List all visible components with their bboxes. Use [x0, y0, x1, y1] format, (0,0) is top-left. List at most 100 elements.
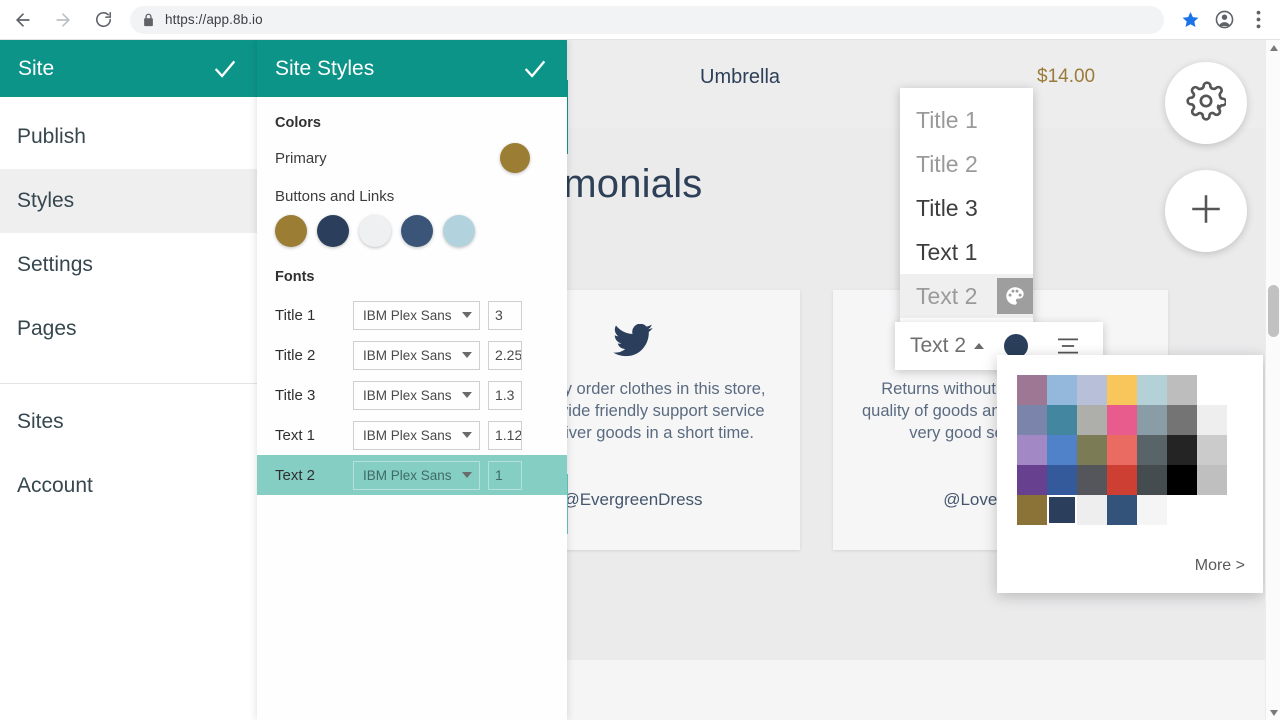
styles-panel-title: Site Styles: [275, 56, 375, 80]
star-icon[interactable]: [1174, 4, 1206, 36]
palette-swatch[interactable]: [1167, 465, 1197, 495]
style-option-title-3[interactable]: Title 3: [900, 186, 1033, 230]
palette-swatch[interactable]: [1107, 375, 1137, 405]
reload-icon[interactable]: [86, 3, 120, 37]
font-size-input[interactable]: 1: [488, 460, 522, 490]
sidebar-item-account[interactable]: Account: [0, 454, 257, 518]
palette-swatch[interactable]: [1167, 435, 1197, 465]
palette-swatch[interactable]: [1107, 405, 1137, 435]
palette-swatch[interactable]: [1197, 465, 1227, 495]
site-sidebar: Site Publish Styles Settings Pages Sites: [0, 40, 257, 720]
sidebar-item-sites[interactable]: Sites: [0, 390, 257, 454]
palette-swatch[interactable]: [1167, 375, 1197, 405]
palette-swatch[interactable]: [1047, 465, 1077, 495]
font-family-select[interactable]: IBM Plex Sans: [353, 420, 480, 450]
palette-swatch[interactable]: [1077, 495, 1107, 525]
palette-swatch[interactable]: [1017, 435, 1047, 465]
font-size-input[interactable]: 1.3: [488, 380, 522, 410]
product-name: Umbrella: [700, 66, 781, 88]
style-option-title-1[interactable]: Title 1: [900, 98, 1033, 142]
font-family-select[interactable]: IBM Plex Sans: [353, 300, 480, 330]
style-option-label: Title 2: [916, 150, 978, 177]
sidebar-item-settings[interactable]: Settings: [0, 233, 257, 297]
palette-swatch[interactable]: [1137, 465, 1167, 495]
three-dot-menu-icon[interactable]: [1242, 4, 1274, 36]
palette-swatch[interactable]: [1077, 375, 1107, 405]
palette-grid[interactable]: [1017, 375, 1227, 525]
primary-color-swatch[interactable]: [500, 143, 530, 173]
palette-more-link[interactable]: More >: [1195, 557, 1245, 575]
font-row-text-1[interactable]: Text 1 IBM Plex Sans 1.12: [257, 415, 567, 455]
font-row-title-1[interactable]: Title 1 IBM Plex Sans 3: [257, 295, 567, 335]
palette-swatch[interactable]: [1077, 435, 1107, 465]
font-size-input[interactable]: 2.25: [488, 340, 522, 370]
settings-fab[interactable]: [1165, 62, 1247, 144]
palette-swatch[interactable]: [1017, 375, 1047, 405]
palette-swatch[interactable]: [1167, 405, 1197, 435]
font-row-title-2[interactable]: Title 2 IBM Plex Sans 2.25: [257, 335, 567, 375]
address-bar[interactable]: https://app.8b.io: [130, 5, 1164, 34]
button-color-swatch[interactable]: [443, 215, 475, 247]
button-color-swatch[interactable]: [275, 215, 307, 247]
back-arrow-icon[interactable]: [6, 3, 40, 37]
palette-swatch[interactable]: [1107, 435, 1137, 465]
sidebar-item-styles[interactable]: Styles: [0, 169, 257, 233]
sidebar-item-label: Publish: [17, 125, 86, 148]
palette-swatch[interactable]: [1197, 405, 1227, 435]
palette-swatch[interactable]: [1017, 465, 1047, 495]
toolbar-style-label[interactable]: Text 2: [910, 334, 966, 358]
add-block-fab[interactable]: [1165, 170, 1247, 252]
profile-avatar-icon[interactable]: [1208, 4, 1240, 36]
style-option-text-1[interactable]: Text 1: [900, 230, 1033, 274]
font-family-select[interactable]: IBM Plex Sans: [353, 340, 480, 370]
scroll-down-arrow-icon[interactable]: [1266, 705, 1280, 720]
palette-swatch[interactable]: [1107, 495, 1137, 525]
palette-swatch[interactable]: [1017, 495, 1047, 525]
color-palette-icon[interactable]: [997, 278, 1033, 314]
font-family-select[interactable]: IBM Plex Sans: [353, 380, 480, 410]
palette-row: [1017, 465, 1227, 495]
button-color-swatch[interactable]: [317, 215, 349, 247]
palette-swatch[interactable]: [1077, 405, 1107, 435]
caret-up-icon[interactable]: [974, 343, 985, 349]
palette-swatch[interactable]: [1107, 465, 1137, 495]
scroll-up-arrow-icon[interactable]: [1266, 40, 1280, 55]
style-option-label: Text 2: [916, 282, 978, 309]
palette-swatch[interactable]: [1047, 435, 1077, 465]
button-color-swatch[interactable]: [359, 215, 391, 247]
palette-swatch[interactable]: [1017, 405, 1047, 435]
palette-swatch[interactable]: [1047, 405, 1077, 435]
palette-swatch[interactable]: [1137, 495, 1167, 525]
chevron-down-icon: [462, 472, 472, 478]
button-color-swatch[interactable]: [401, 215, 433, 247]
palette-swatch[interactable]: [1047, 495, 1077, 525]
palette-swatch[interactable]: [1197, 435, 1227, 465]
font-row-title-3[interactable]: Title 3 IBM Plex Sans 1.3: [257, 375, 567, 415]
palette-swatch[interactable]: [1047, 375, 1077, 405]
font-size-input[interactable]: 1.12: [488, 420, 522, 450]
check-icon[interactable]: [211, 55, 239, 83]
palette-swatch[interactable]: [1077, 465, 1107, 495]
buttons-links-swatches: [275, 215, 549, 247]
align-center-icon[interactable]: [1054, 336, 1082, 356]
forward-arrow-icon[interactable]: [46, 3, 80, 37]
style-option-text-2[interactable]: Text 2: [900, 274, 1033, 318]
page-scrollbar[interactable]: [1265, 40, 1280, 720]
scrollbar-thumb[interactable]: [1268, 285, 1279, 337]
sidebar-item-pages[interactable]: Pages: [0, 297, 257, 361]
text-style-dropdown[interactable]: Title 1 Title 2 Title 3 Text 1 Text 2: [900, 88, 1033, 326]
palette-swatch[interactable]: [1137, 375, 1167, 405]
primary-color-row: Primary: [275, 143, 549, 173]
check-icon[interactable]: [521, 55, 549, 83]
font-row-label: Title 2: [275, 346, 316, 364]
sidebar-item-publish[interactable]: Publish: [0, 105, 257, 169]
font-row-text-2[interactable]: Text 2 IBM Plex Sans 1: [257, 455, 567, 495]
palette-swatch[interactable]: [1137, 405, 1167, 435]
styles-panel-header: Site Styles: [257, 40, 567, 97]
style-option-title-2[interactable]: Title 2: [900, 142, 1033, 186]
palette-swatch[interactable]: [1137, 435, 1167, 465]
font-family-select[interactable]: IBM Plex Sans: [353, 460, 480, 490]
chevron-down-icon: [462, 432, 472, 438]
font-size-input[interactable]: 3: [488, 300, 522, 330]
color-palette-popup[interactable]: More >: [997, 355, 1263, 593]
